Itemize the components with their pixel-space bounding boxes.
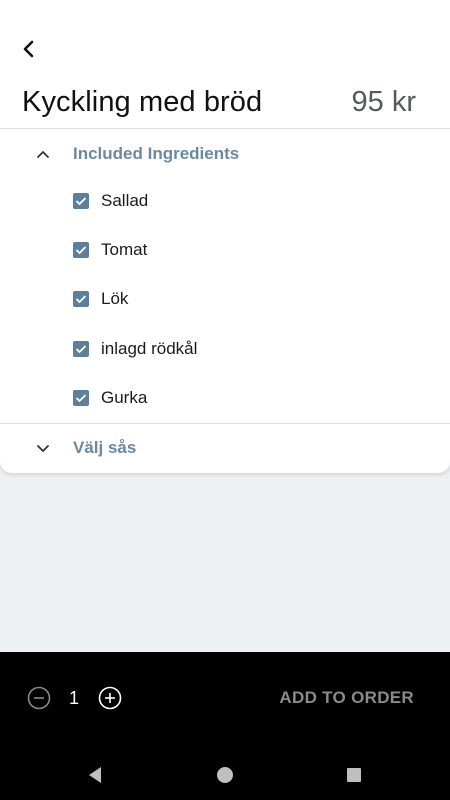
section-label: Välj sås (73, 438, 137, 457)
ingredient-label: Gurka (101, 388, 148, 407)
checkbox-checked-icon[interactable] (73, 341, 89, 357)
triangle-back-icon (89, 767, 101, 783)
ingredient-item[interactable]: Gurka (73, 385, 147, 411)
order-bar: 1 ADD TO ORDER (0, 652, 450, 750)
decrease-quantity-button[interactable] (27, 686, 51, 710)
ingredient-item[interactable]: Sallad (73, 188, 148, 214)
checkbox-checked-icon[interactable] (73, 193, 89, 209)
nav-home-button[interactable] (214, 764, 236, 786)
minus-circle-icon (27, 686, 51, 710)
ingredient-label: Tomat (101, 240, 148, 259)
nav-recents-button[interactable] (343, 764, 365, 786)
chevron-left-icon (23, 40, 34, 58)
circle-home-icon (217, 767, 233, 783)
divider (0, 128, 450, 129)
section-label: Included Ingredients (73, 144, 240, 163)
ingredient-item[interactable]: Tomat (73, 237, 147, 263)
nav-back-button[interactable] (84, 764, 106, 786)
divider (0, 423, 450, 424)
checkbox-checked-icon[interactable] (73, 242, 89, 258)
ingredient-label: inlagd rödkål (101, 339, 198, 358)
system-navigation-bar (0, 750, 450, 800)
product-price: 95 kr (351, 86, 416, 118)
checkbox-checked-icon[interactable] (73, 291, 89, 307)
section-valj-sas[interactable]: Välj sås (0, 425, 450, 471)
back-button[interactable] (14, 34, 44, 64)
add-to-order-button[interactable]: ADD TO ORDER (279, 688, 414, 708)
ingredient-item[interactable]: inlagd rödkål (73, 336, 197, 362)
quantity-value: 1 (68, 688, 79, 708)
ingredient-label: Sallad (101, 191, 149, 210)
chevron-down-icon (33, 438, 53, 458)
product-card: Kyckling med bröd 95 kr Included Ingredi… (0, 0, 450, 473)
plus-circle-icon (98, 686, 122, 710)
section-included-ingredients[interactable]: Included Ingredients (0, 131, 450, 177)
ingredient-item[interactable]: Lök (73, 286, 128, 312)
increase-quantity-button[interactable] (98, 686, 122, 710)
checkbox-checked-icon[interactable] (73, 390, 89, 406)
square-recents-icon (347, 768, 361, 782)
chevron-up-icon (33, 144, 53, 164)
product-title: Kyckling med bröd (22, 86, 263, 118)
ingredient-label: Lök (101, 289, 129, 308)
